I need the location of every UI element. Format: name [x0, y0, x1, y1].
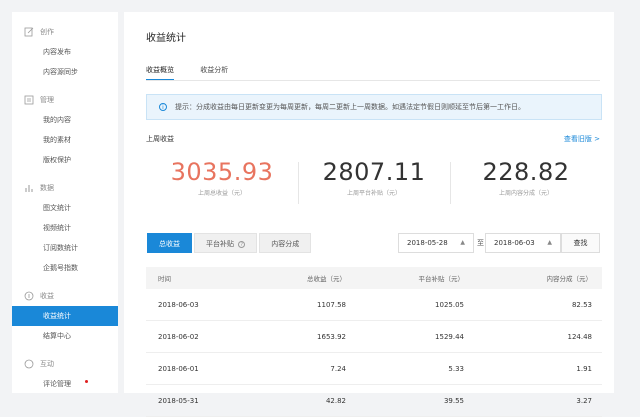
cell-share: 3.27 [576, 396, 592, 405]
last-week-revenue-label: 上周收益 [146, 135, 174, 143]
sidebar-item-my-materials[interactable]: 我的素材 [12, 130, 118, 150]
filter-content-share[interactable]: 内容分成 [259, 233, 312, 253]
search-button[interactable]: 查找 [561, 233, 600, 253]
info-icon: i [159, 103, 167, 111]
column-header: 内容分成（元） [546, 275, 593, 283]
revenue-table: 时间 总收益（元） 平台补贴（元） 内容分成（元） 2018-06-03 110… [146, 267, 602, 417]
stat-value: 3035.93 [170, 158, 274, 186]
stats-summary: 3035.93 上周总收益（元） 2807.11 上周平台补贴（元） 228.8… [146, 158, 602, 208]
sidebar-section-header: 数据 [12, 178, 118, 198]
caret-down-icon: ▲ [460, 239, 465, 246]
sidebar-item-content-sync[interactable]: 内容源同步 [12, 62, 118, 82]
filter-platform-subsidy[interactable]: 平台补贴 ? [194, 233, 258, 253]
cell-subsidy: 39.55 [443, 396, 464, 405]
filter-total-revenue[interactable]: 总收益 [147, 233, 192, 253]
cell-subsidy: 5.33 [448, 364, 464, 373]
cell-share: 1.91 [576, 364, 592, 373]
tab-revenue-analysis[interactable]: 收益分析 [200, 65, 228, 75]
page-title: 收益统计 [146, 33, 186, 44]
chart-icon [24, 183, 34, 193]
tab-divider [146, 80, 600, 81]
cell-date: 2018-06-01 [158, 364, 199, 373]
sidebar-item-content-publish[interactable]: 内容发布 [12, 42, 118, 62]
sidebar-section-header: 收益 [12, 286, 118, 306]
tab-revenue-overview[interactable]: 收益概览 [146, 65, 174, 81]
cell-date: 2018-06-02 [158, 332, 199, 341]
sidebar-section-revenue: 收益 收益统计 结算中心 [12, 286, 118, 346]
cell-total: 42.82 [325, 396, 346, 405]
column-header: 平台补贴（元） [418, 275, 465, 283]
sidebar-item-account-index[interactable]: 企鹅号指数 [12, 258, 118, 278]
sidebar-item-my-content[interactable]: 我的内容 [12, 110, 118, 130]
column-header: 时间 [158, 275, 171, 283]
cell-share: 82.53 [571, 300, 592, 309]
tab-bar: 收益概览 收益分析 [146, 65, 252, 81]
cell-share: 124.48 [567, 332, 593, 341]
caret-down-icon: ▲ [547, 239, 552, 246]
cell-subsidy: 1529.44 [435, 332, 464, 341]
start-date-picker[interactable]: 2018-05-28 ▲ [398, 233, 474, 253]
stat-content-share: 228.82 上周内容分成（元） [450, 158, 602, 208]
notification-dot [85, 380, 88, 383]
stat-label: 上周内容分成（元） [498, 190, 553, 197]
table-row: 2018-06-03 1107.58 1025.05 82.53 [146, 289, 602, 321]
manage-icon [24, 95, 34, 105]
notice-banner: i 提示：分成收益由每日更新变更为每周更新，每周二更新上一周数据。如遇法定节假日… [146, 94, 602, 120]
sidebar-section-create: 创作 内容发布 内容源同步 [12, 22, 118, 82]
stat-value: 2807.11 [322, 158, 426, 186]
cell-date: 2018-05-31 [158, 396, 199, 405]
sidebar-item-copyright[interactable]: 版权保护 [12, 150, 118, 170]
table-row: 2018-05-31 42.82 39.55 3.27 [146, 385, 602, 417]
view-old-version-link[interactable]: 查看旧版 > [564, 134, 600, 144]
sidebar-section-manage: 管理 我的内容 我的素材 版权保护 [12, 90, 118, 170]
cell-total: 7.24 [330, 364, 346, 373]
sidebar-item-article-stats[interactable]: 图文统计 [12, 198, 118, 218]
cell-total: 1653.92 [317, 332, 346, 341]
help-icon: ? [238, 241, 246, 248]
sidebar-section-header: 互动 [12, 354, 118, 374]
edit-icon [24, 27, 34, 37]
cell-date: 2018-06-03 [158, 300, 199, 309]
cell-subsidy: 1025.05 [435, 300, 464, 309]
column-header: 总收益（元） [307, 275, 346, 283]
date-range-separator: 至 [477, 239, 484, 247]
sidebar-section-interaction: 互动 评论管理 [12, 354, 118, 394]
cell-total: 1107.58 [317, 300, 346, 309]
sidebar-item-video-stats[interactable]: 视频统计 [12, 218, 118, 238]
table-row: 2018-06-02 1653.92 1529.44 124.48 [146, 321, 602, 353]
stat-total-revenue: 3035.93 上周总收益（元） [146, 158, 298, 208]
sidebar-section-data: 数据 图文统计 视频统计 订阅数统计 企鹅号指数 [12, 178, 118, 278]
sidebar-section-header: 创作 [12, 22, 118, 42]
coin-icon [24, 291, 34, 301]
sidebar-section-header: 管理 [12, 90, 118, 110]
end-date-picker[interactable]: 2018-06-03 ▲ [485, 233, 561, 253]
chat-icon [24, 359, 34, 369]
notice-text: 提示：分成收益由每日更新变更为每周更新，每周二更新上一周数据。如遇法定节假日则顺… [175, 103, 525, 111]
stat-platform-subsidy: 2807.11 上周平台补贴（元） [298, 158, 450, 208]
sidebar: 创作 内容发布 内容源同步 管理 我的内容 我的素材 版权保护 数据 图文统计 … [12, 12, 118, 393]
stat-label: 上周平台补贴（元） [346, 190, 401, 197]
table-header: 时间 总收益（元） 平台补贴（元） 内容分成（元） [146, 267, 602, 289]
sidebar-item-comments[interactable]: 评论管理 [12, 374, 118, 394]
stat-value: 228.82 [482, 158, 570, 186]
sidebar-item-revenue-stats[interactable]: 收益统计 [12, 306, 118, 326]
revenue-filter-tabs: 总收益 平台补贴 ? 内容分成 [147, 233, 313, 253]
stat-label: 上周总收益（元） [197, 190, 246, 197]
main-panel: 收益统计 收益概览 收益分析 i 提示：分成收益由每日更新变更为每周更新，每周二… [124, 12, 614, 417]
sidebar-item-subscription-stats[interactable]: 订阅数统计 [12, 238, 118, 258]
table-row: 2018-06-01 7.24 5.33 1.91 [146, 353, 602, 385]
sidebar-item-settlement[interactable]: 结算中心 [12, 326, 118, 346]
